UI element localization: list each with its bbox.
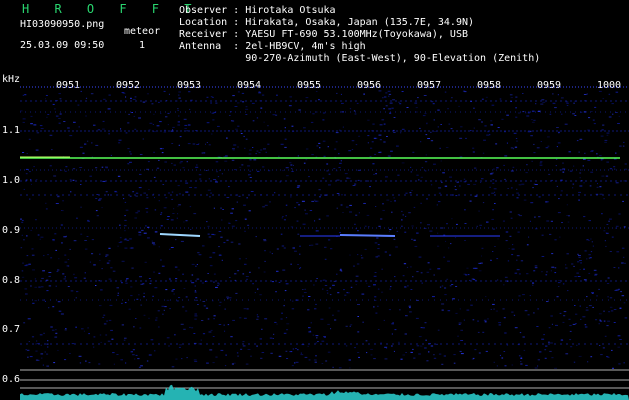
baseline-noise-trace xyxy=(20,384,629,400)
meteor-echoes xyxy=(159,233,500,237)
frequency-gridlines xyxy=(20,100,629,345)
spectrogram xyxy=(20,86,629,400)
noise-layer xyxy=(20,90,628,369)
bottom-reference-lines xyxy=(20,369,629,389)
